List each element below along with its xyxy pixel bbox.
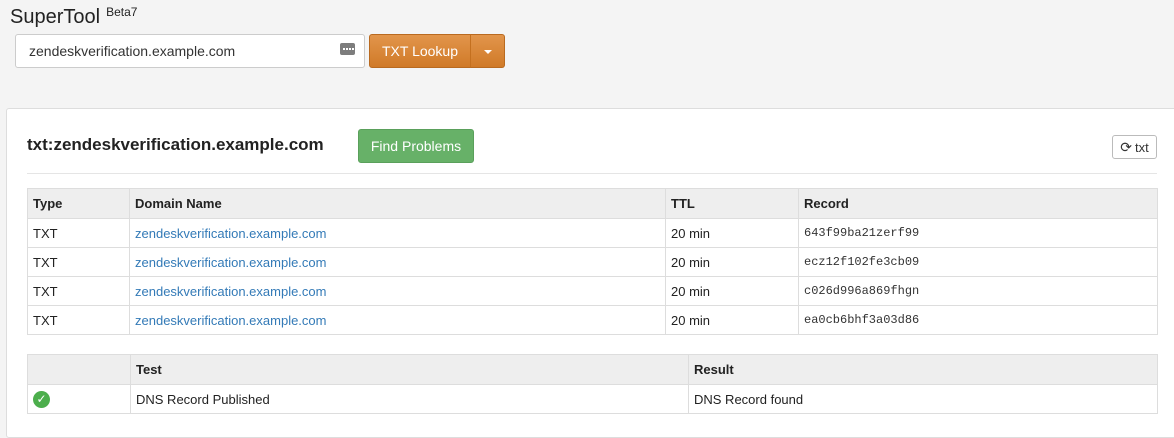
table-row: TXT zendeskverification.example.com 20 m… (27, 247, 1158, 277)
column-header-domain: Domain Name (129, 188, 666, 219)
test-results-table: Test Result ✓ DNS Record Published DNS R… (27, 354, 1158, 414)
record-ttl: 20 min (665, 218, 799, 248)
results-panel: txt:zendeskverification.example.com Find… (6, 108, 1174, 438)
domain-link[interactable]: zendeskverification.example.com (135, 284, 326, 299)
domain-link[interactable]: zendeskverification.example.com (135, 313, 326, 328)
records-table: Type Domain Name TTL Record TXT zendeskv… (27, 188, 1158, 335)
record-ttl: 20 min (665, 276, 799, 306)
record-value: 643f99ba21zerf99 (798, 218, 1158, 248)
record-ttl: 20 min (665, 247, 799, 277)
record-type: TXT (27, 218, 130, 248)
table-header-row: Test Result (27, 354, 1158, 385)
column-header-test: Test (130, 354, 689, 385)
record-type: TXT (27, 247, 130, 277)
caret-down-icon (484, 50, 492, 54)
record-type: TXT (27, 305, 130, 335)
record-ttl: 20 min (665, 305, 799, 335)
check-circle-icon: ✓ (33, 390, 50, 408)
table-row: ✓ DNS Record Published DNS Record found (27, 384, 1158, 414)
domain-link[interactable]: zendeskverification.example.com (135, 255, 326, 270)
column-header-ttl: TTL (665, 188, 799, 219)
lookup-type-dropdown-button[interactable] (470, 34, 505, 68)
search-input[interactable] (15, 34, 365, 68)
refresh-label: txt (1135, 139, 1149, 155)
txt-lookup-button[interactable]: TXT Lookup (369, 34, 471, 68)
password-manager-icon[interactable] (340, 43, 355, 55)
record-value: c026d996a869fhgn (798, 276, 1158, 306)
column-header-record: Record (798, 188, 1158, 219)
brand: SuperTool Beta7 (10, 5, 138, 29)
record-value: ea0cb6bhf3a03d86 (798, 305, 1158, 335)
table-header-row: Type Domain Name TTL Record (27, 188, 1158, 219)
refresh-icon: ⟳ (1120, 139, 1132, 155)
test-name: DNS Record Published (130, 384, 689, 414)
divider (27, 173, 1157, 174)
panel-title: txt:zendeskverification.example.com (27, 135, 324, 154)
status-cell: ✓ (27, 384, 131, 414)
domain-link[interactable]: zendeskverification.example.com (135, 226, 326, 241)
app-title: SuperTool (10, 6, 101, 28)
table-row: TXT zendeskverification.example.com 20 m… (27, 305, 1158, 335)
refresh-button[interactable]: ⟳ txt (1112, 135, 1157, 159)
find-problems-button[interactable]: Find Problems (358, 129, 474, 163)
table-row: TXT zendeskverification.example.com 20 m… (27, 276, 1158, 306)
version-badge: Beta7 (106, 5, 138, 19)
test-result: DNS Record found (688, 384, 1158, 414)
column-header-type: Type (27, 188, 130, 219)
table-row: TXT zendeskverification.example.com 20 m… (27, 218, 1158, 248)
record-type: TXT (27, 276, 130, 306)
column-header-status (27, 354, 131, 385)
header: SuperTool Beta7 TXT Lookup (0, 0, 1174, 84)
record-value: ecz12f102fe3cb09 (798, 247, 1158, 277)
column-header-result: Result (688, 354, 1158, 385)
